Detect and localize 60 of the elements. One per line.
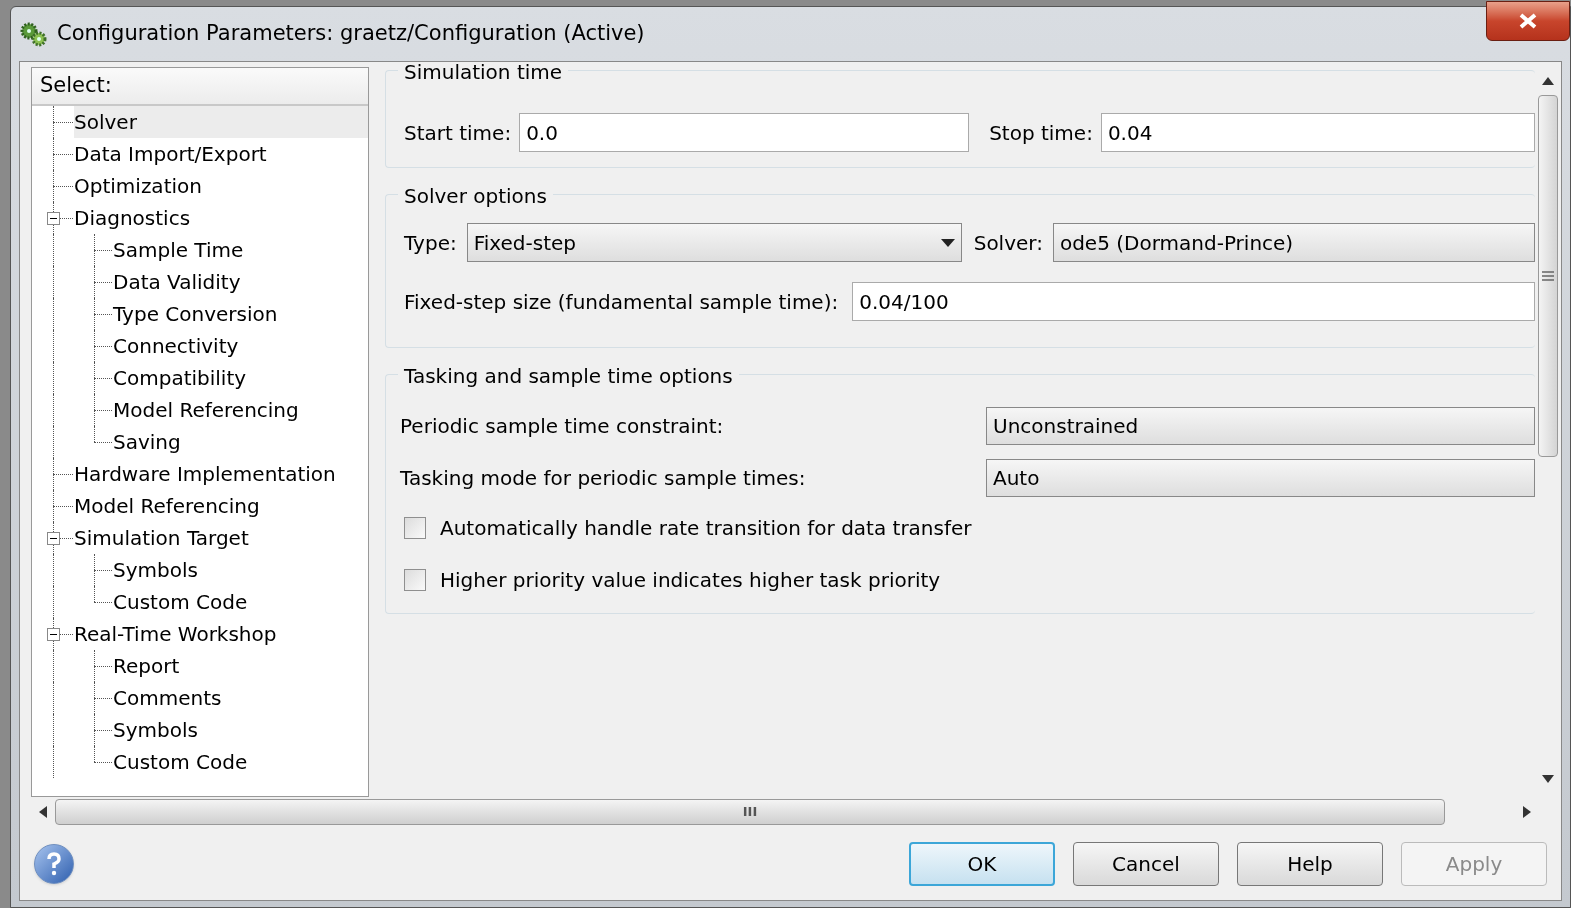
gears-icon: [19, 20, 49, 48]
tree-item[interactable]: Model Referencing: [113, 394, 303, 426]
collapse-toggle[interactable]: [47, 532, 60, 545]
checkbox-label: Automatically handle rate transition for data transfer: [440, 515, 972, 542]
field-label: Solver:: [973, 229, 1043, 257]
scroll-right-icon: [1523, 806, 1531, 818]
dropdown-arrow-icon: [940, 238, 955, 247]
collapse-toggle[interactable]: [47, 212, 60, 225]
tree-item[interactable]: Diagnostics: [74, 202, 195, 234]
window-title: Configuration Parameters: graetz/Configuration (Active): [57, 20, 645, 48]
field-label: Tasking mode for periodic sample times:: [400, 465, 807, 492]
tree-item[interactable]: Hardware Implementation: [74, 458, 340, 490]
dialog-button[interactable]: Help: [1237, 841, 1383, 886]
solver-dropdown[interactable]: ode5 (Dormand-Prince): [1052, 223, 1535, 262]
tree-item[interactable]: Comments: [113, 682, 226, 714]
tree-item[interactable]: Solver: [74, 106, 368, 138]
scroll-down-icon: [1542, 775, 1554, 783]
tree-item[interactable]: Model Referencing: [74, 490, 264, 522]
checkbox[interactable]: [404, 569, 426, 591]
checkbox[interactable]: [404, 517, 426, 539]
scroll-left-icon: [39, 806, 47, 818]
tree-item[interactable]: Real-Time Workshop: [74, 618, 281, 650]
constraint-dropdown[interactable]: Unconstrained: [986, 407, 1535, 445]
tree-item[interactable]: Symbols: [113, 554, 202, 586]
tree-item[interactable]: Compatibility: [113, 362, 251, 394]
field-label: Type:: [404, 229, 457, 257]
tree-item[interactable]: Custom Code: [113, 586, 252, 618]
tree-item[interactable]: Sample Time: [113, 234, 248, 266]
tree-item[interactable]: Connectivity: [113, 330, 243, 362]
tree-item[interactable]: Simulation Target: [74, 522, 253, 554]
tree-item[interactable]: Saving: [113, 426, 185, 458]
close-button[interactable]: [1486, 1, 1570, 41]
dialog-button[interactable]: Cancel: [1073, 841, 1219, 886]
tree-item[interactable]: Data Validity: [113, 266, 245, 298]
tree-header: Select:: [32, 68, 368, 106]
scroll-up-icon: [1542, 77, 1554, 85]
field-label: Fixed-step size (fundamental sample time):: [404, 288, 839, 316]
input-field[interactable]: 0.04: [1100, 113, 1535, 152]
help-icon[interactable]: [34, 843, 74, 884]
scrollbar-thumb[interactable]: [1538, 95, 1558, 457]
checkbox-label: Higher priority value indicates higher task priority: [440, 567, 941, 594]
input-field[interactable]: 0.0: [519, 113, 970, 152]
field-label: Periodic sample time constraint:: [400, 413, 725, 440]
scrollbar-thumb[interactable]: III: [55, 799, 1445, 825]
grip-icon: III: [742, 802, 758, 822]
tree-item[interactable]: Data Import/Export: [74, 138, 271, 170]
tree-item[interactable]: Custom Code: [113, 746, 252, 778]
grip-icon: [1542, 271, 1554, 281]
tree-item[interactable]: Optimization: [74, 170, 206, 202]
tree-item[interactable]: Report: [113, 650, 184, 682]
dialog-button[interactable]: OK: [909, 841, 1055, 886]
tree-item[interactable]: Symbols: [113, 714, 202, 746]
field-label: Stop time:: [989, 119, 1093, 147]
close-icon: [1518, 13, 1538, 29]
field-label: Start time:: [404, 119, 512, 147]
type-dropdown[interactable]: Fixed-step: [466, 223, 962, 262]
tree-item[interactable]: Type Conversion: [113, 298, 282, 330]
input-field[interactable]: 0.04/100: [852, 282, 1535, 321]
collapse-toggle[interactable]: [47, 628, 60, 641]
tasking-dropdown[interactable]: Auto: [986, 459, 1535, 497]
